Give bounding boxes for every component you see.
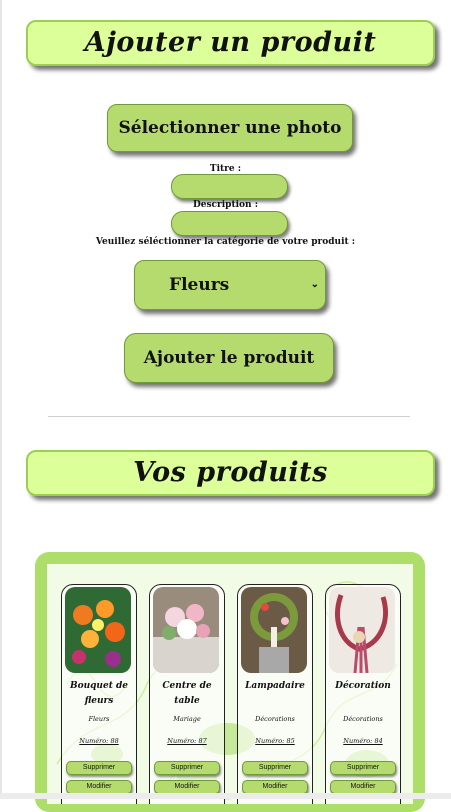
title-input[interactable]: [171, 174, 288, 199]
product-card: Bouquet de fleurs Fleurs Numéro: 88 Supp…: [61, 584, 137, 804]
title-label: Titre :: [209, 164, 242, 174]
product-card: Centre de table Mariage Numéro: 87 Suppr…: [149, 584, 225, 804]
edit-button[interactable]: Modifier: [242, 780, 308, 794]
select-photo-button[interactable]: Sélectionner une photo: [107, 104, 353, 152]
products-panel: Bouquet de fleurs Fleurs Numéro: 88 Supp…: [35, 552, 425, 812]
product-photo: [241, 587, 307, 673]
product-number: Numéro: 85: [255, 737, 295, 745]
product-photo: [65, 587, 131, 673]
add-product-heading: Ajouter un produit: [26, 20, 435, 66]
add-product-button[interactable]: Ajouter le produit: [124, 333, 334, 383]
product-card: Lampadaire Décorations Numéro: 85 Suppri…: [237, 584, 313, 804]
edit-button[interactable]: Modifier: [66, 780, 132, 794]
window-bottom-bar: [0, 793, 451, 799]
section-divider: [48, 416, 410, 417]
product-category: Décorations: [255, 715, 295, 723]
product-category: Fleurs: [88, 715, 110, 723]
product-card: Décoration Décorations Numéro: 84 Suppri…: [325, 584, 401, 804]
edit-button[interactable]: Modifier: [154, 780, 220, 794]
product-category: Mariage: [173, 715, 201, 723]
category-select[interactable]: Fleurs ⌄: [134, 260, 326, 310]
delete-button[interactable]: Supprimer: [330, 761, 396, 775]
category-select-value: Fleurs: [169, 275, 230, 295]
delete-button[interactable]: Supprimer: [154, 761, 220, 775]
product-title: Bouquet de fleurs: [69, 681, 129, 706]
products-panel-inner: Bouquet de fleurs Fleurs Numéro: 88 Supp…: [47, 564, 413, 804]
delete-button[interactable]: Supprimer: [66, 761, 132, 775]
product-title: Décoration: [335, 681, 391, 691]
product-number: Numéro: 87: [167, 737, 207, 745]
product-category: Décorations: [343, 715, 383, 723]
your-products-heading: Vos produits: [26, 450, 435, 496]
product-photo: [329, 587, 395, 673]
edit-button[interactable]: Modifier: [330, 780, 396, 794]
product-title: Centre de table: [162, 681, 212, 706]
description-input[interactable]: [171, 211, 288, 236]
product-number: Numéro: 84: [343, 737, 383, 745]
chevron-down-icon: ⌄: [310, 279, 319, 290]
product-number: Numéro: 88: [79, 737, 119, 745]
product-photo: [153, 587, 219, 673]
description-label: Description :: [192, 200, 259, 210]
category-label: Veuillez séléctionner la catégorie de vo…: [95, 237, 356, 247]
product-title: Lampadaire: [245, 681, 305, 691]
page-left-border: [0, 0, 2, 799]
delete-button[interactable]: Supprimer: [242, 761, 308, 775]
